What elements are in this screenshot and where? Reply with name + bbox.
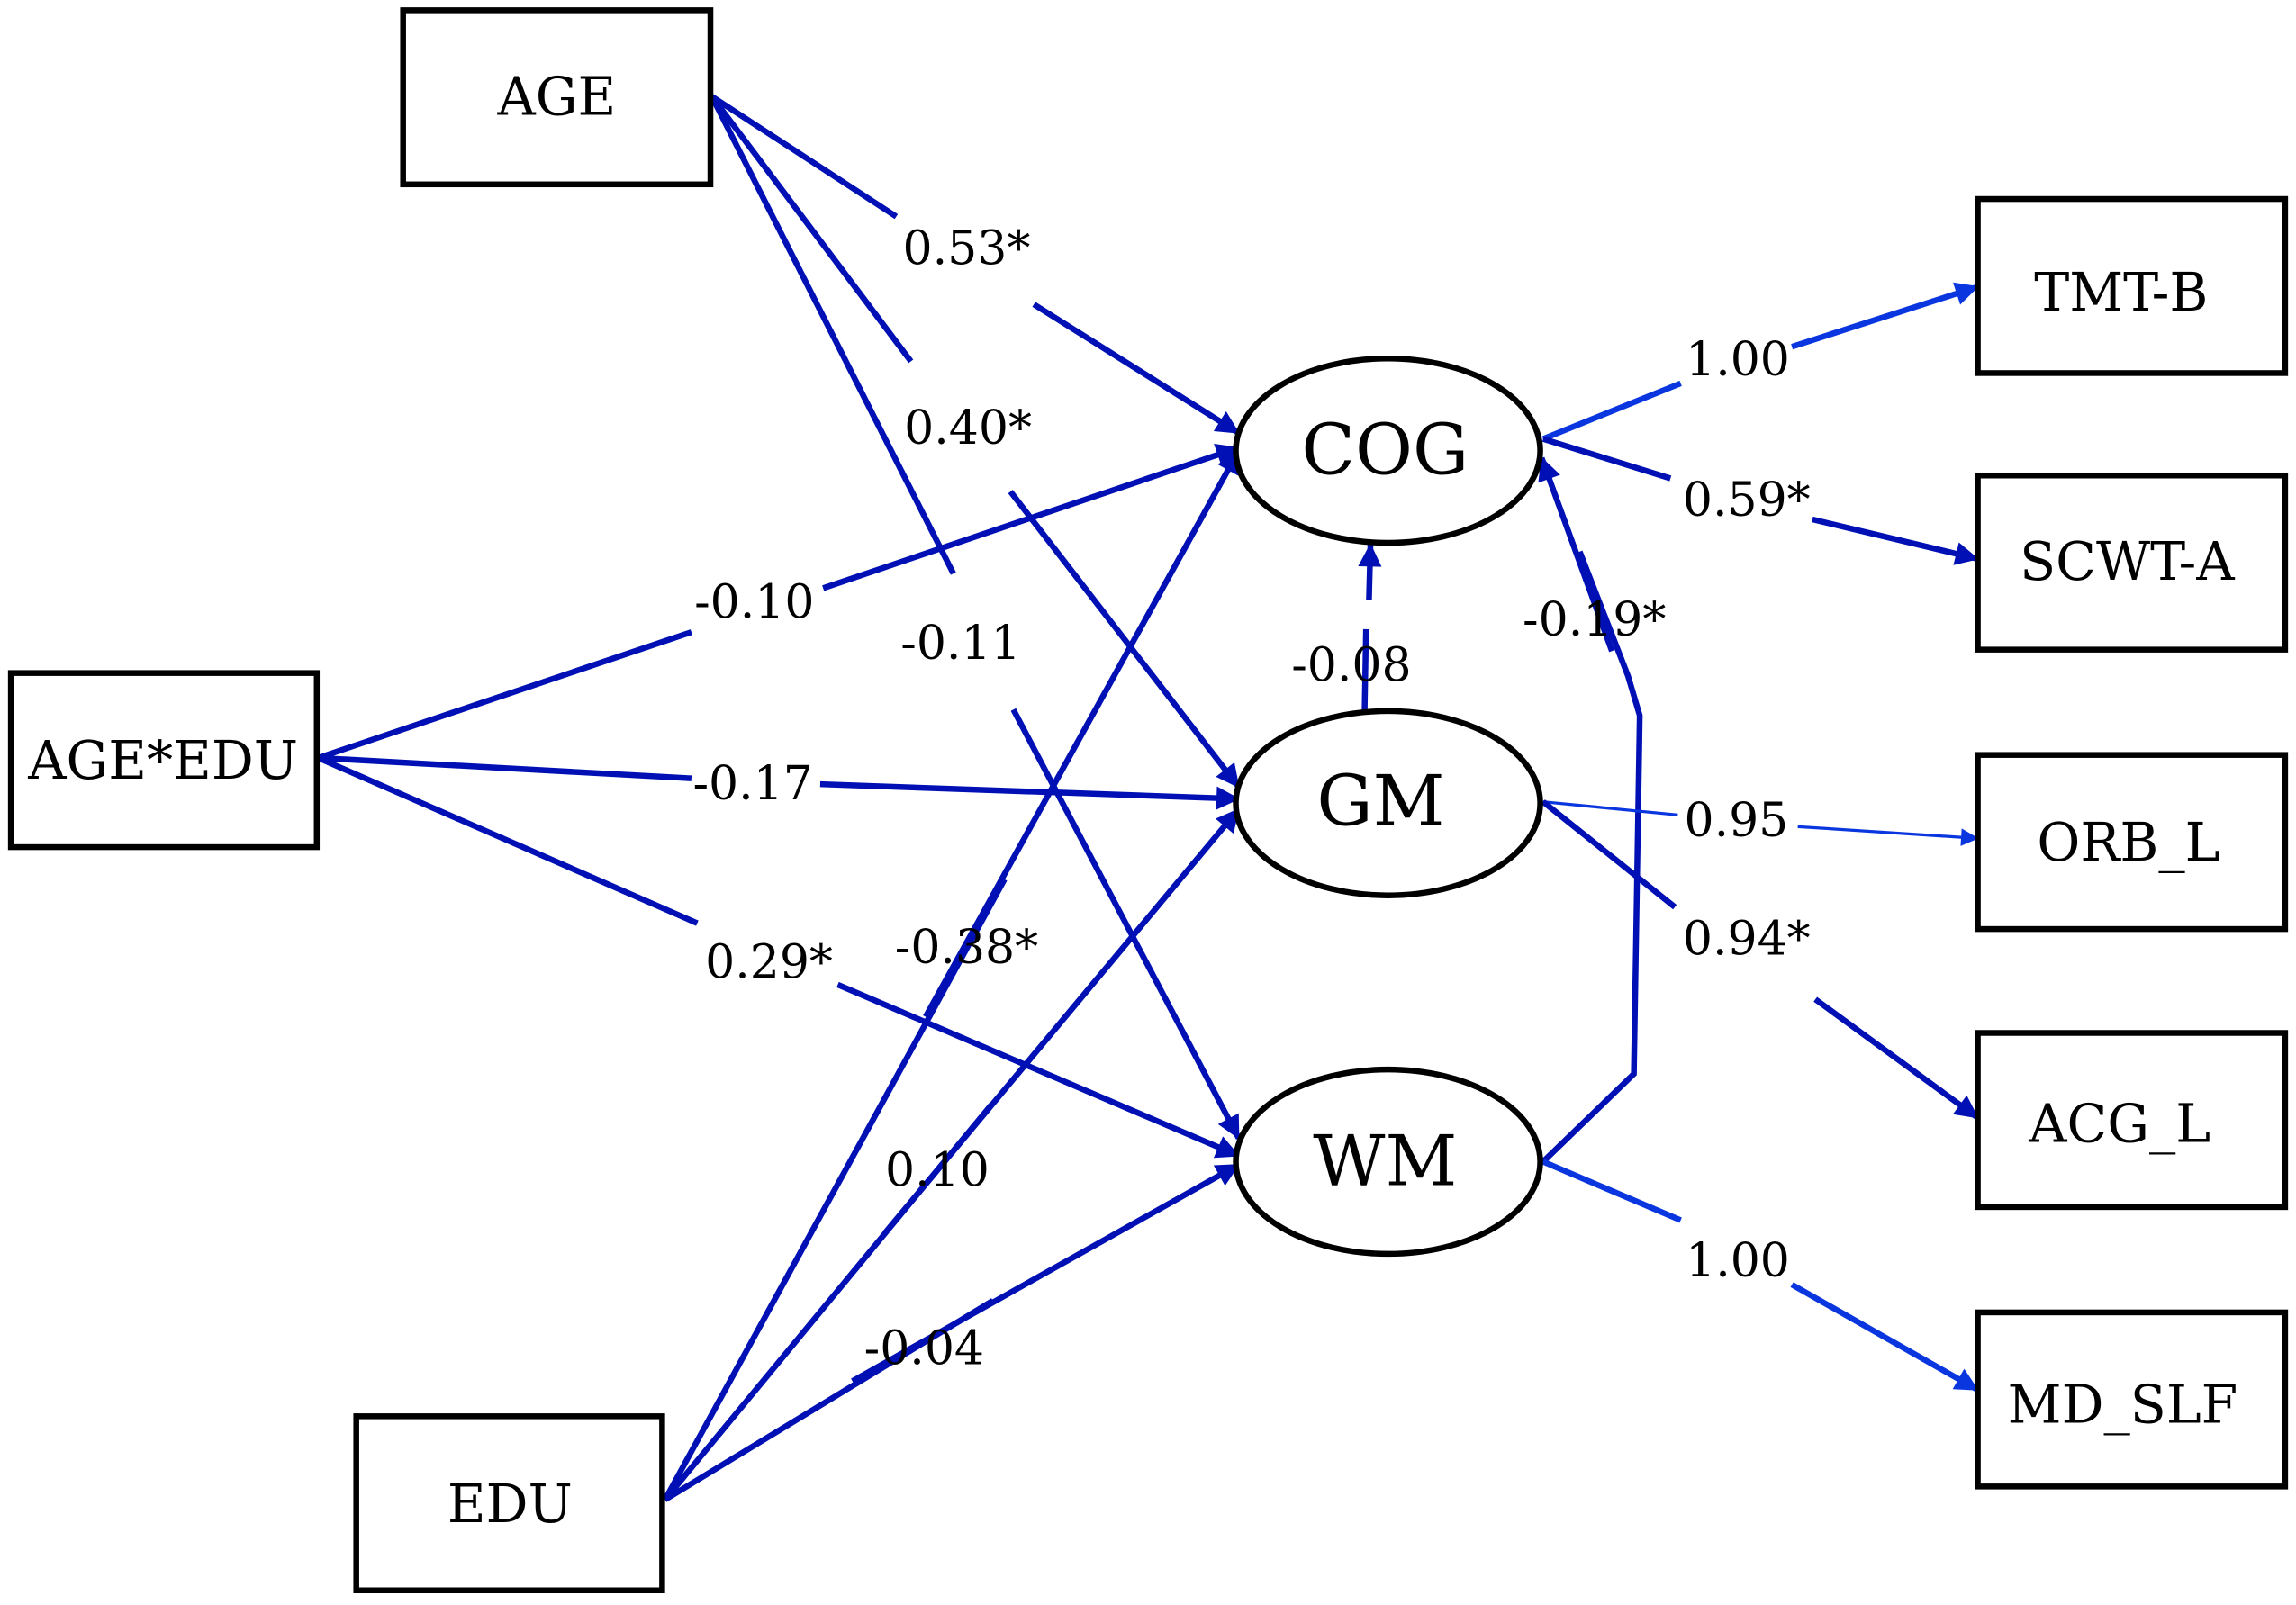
edge-ageedu-gm-segment — [318, 754, 692, 781]
edge-gm-acgl-segment — [1541, 799, 1677, 910]
edge-gm-orbl-segment — [1542, 800, 1678, 816]
coef-label-age-wm: -0.11 — [900, 617, 1020, 671]
coef-label-age-cog: 0.53* — [903, 221, 1031, 275]
edge-gm-orbl-arrow — [1797, 825, 1979, 846]
edge-age-wm-segment — [709, 95, 956, 575]
edge-age-cog-arrow — [1032, 302, 1241, 436]
edge-wm-mdslf-segment — [1541, 1159, 1682, 1223]
edge-cog-tmtb-arrow — [1791, 282, 1979, 350]
indicator-tmt-b[interactable]: TMT-B — [1975, 195, 2289, 376]
coef-label-edu-cog: -0.38* — [895, 921, 1038, 975]
coef-label-ageedu-wm: 0.29* — [705, 935, 833, 989]
coef-label-age-gm: 0.40* — [904, 401, 1032, 455]
coef-label-gm-acgl: 0.94* — [1683, 912, 1811, 966]
coef-label-edu-gm: 0.10 — [885, 1143, 990, 1197]
indicator-orb-l-label: ORB_L — [2037, 812, 2219, 873]
coef-label-cog-scwta: 0.59* — [1683, 473, 1811, 527]
node-age[interactable]: AGE — [400, 7, 714, 188]
edge-cog-scwta-arrow — [1812, 516, 1979, 565]
latent-cog[interactable]: COG — [1233, 355, 1543, 546]
coef-label-cog-tmtb: 1.00 — [1686, 333, 1790, 387]
indicator-acg-l-label: ACG_L — [2028, 1093, 2210, 1154]
coef-label-edu-wm: -0.04 — [864, 1322, 984, 1376]
indicator-tmt-b-label: TMT-B — [2034, 262, 2208, 323]
coef-label-wm-mdslf: 1.00 — [1686, 1234, 1790, 1288]
edge-ageedu-wm-segment — [317, 754, 699, 926]
edge-age-gm-arrow — [1008, 490, 1242, 789]
node-edu-label: EDU — [447, 1474, 573, 1535]
indicator-acg-l[interactable]: ACG_L — [1975, 1030, 2289, 1211]
node-age-edu-label: AGE*EDU — [27, 730, 298, 791]
indicator-scwt-a[interactable]: SCWT-A — [1975, 472, 2289, 653]
edge-gm-acgl-arrow — [1813, 996, 1980, 1121]
edge-ageedu-cog-segment — [317, 629, 692, 762]
node-age-label: AGE — [497, 66, 617, 127]
latent-wm-label: WM — [1313, 1122, 1457, 1203]
latent-gm-label: GM — [1316, 762, 1444, 843]
indicator-md-slf-label: MD_SLF — [2008, 1374, 2238, 1435]
latent-cog-label: COG — [1301, 410, 1469, 491]
node-age-edu[interactable]: AGE*EDU — [7, 670, 321, 851]
coef-label-wm-cog: -0.19* — [1523, 593, 1666, 647]
indicator-scwt-a-label: SCWT-A — [2020, 531, 2235, 592]
edge-cog-scwta-segment — [1541, 436, 1672, 482]
edge-cog-tmtb-segment — [1541, 380, 1682, 442]
coef-label-ageedu-gm: -0.17 — [692, 757, 812, 811]
indicator-orb-l[interactable]: ORB_L — [1975, 752, 2289, 933]
coef-label-gm-orbl: 0.95 — [1684, 794, 1788, 848]
edge-gm-cog-arrow — [1358, 543, 1382, 600]
latent-gm[interactable]: GM — [1233, 708, 1543, 898]
edge-wm-mdslf-arrow — [1790, 1282, 1980, 1393]
edge-ageedu-gm-arrow — [819, 780, 1241, 810]
indicator-md-slf[interactable]: MD_SLF — [1975, 1309, 2289, 1490]
coef-label-gm-cog: -0.08 — [1291, 639, 1411, 693]
edge-age-gm-segment — [710, 95, 914, 364]
sem-diagram: 0.53* 0.40* -0.11 -0.10 -0.17 0.29* -0.38* 0.10… — [7, 7, 2289, 1593]
node-edu[interactable]: EDU — [353, 1413, 665, 1593]
latent-wm[interactable]: WM — [1233, 1066, 1543, 1258]
coef-label-ageedu-cog: -0.10 — [694, 576, 814, 630]
